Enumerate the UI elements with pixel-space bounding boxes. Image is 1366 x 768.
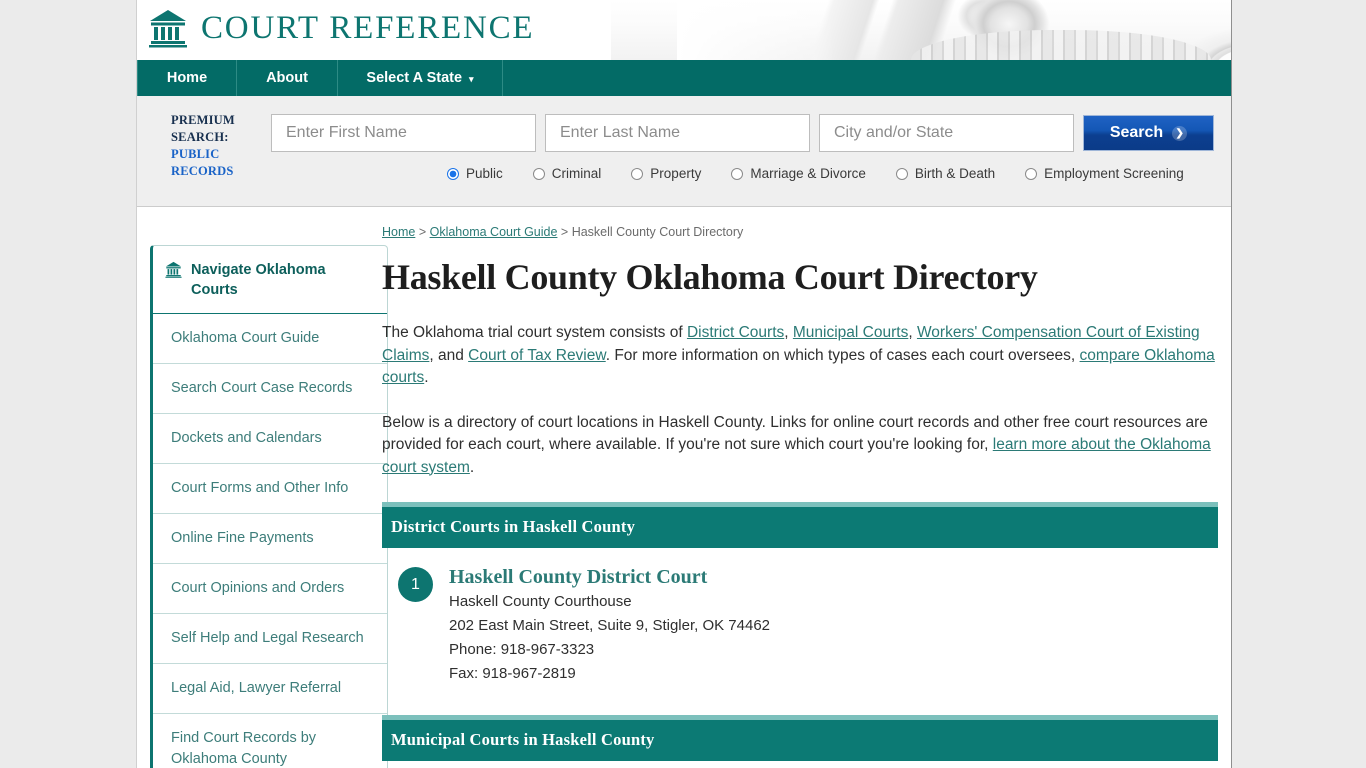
section-district-courts: District Courts in Haskell County 1 Hask… <box>382 502 1218 692</box>
site-logo[interactable]: COURT REFERENCE <box>149 8 534 48</box>
sidebar-item-online-fine-payments[interactable]: Online Fine Payments <box>153 514 387 564</box>
search-button[interactable]: Search ❯ <box>1083 115 1214 151</box>
radio-criminal-label: Criminal <box>551 166 602 181</box>
nav-item-select-a-state[interactable]: Select A State ▾ <box>338 60 503 96</box>
sidebar-item-self-help-and-legal-research[interactable]: Self Help and Legal Research <box>153 614 387 664</box>
radio-criminal[interactable]: Criminal <box>532 166 602 181</box>
sidebar-header-label: Navigate Oklahoma Courts <box>191 262 326 298</box>
sidebar-item-court-forms-and-other-info[interactable]: Court Forms and Other Info <box>153 464 387 514</box>
first-name-input[interactable]: Enter First Name <box>271 114 536 152</box>
sidebar-item-search-court-case-records[interactable]: Search Court Case Records <box>153 364 387 414</box>
chevron-right-icon: ❯ <box>1172 125 1188 141</box>
search-fields-row: Enter First Name Enter Last Name City an… <box>271 114 1214 152</box>
main-navigation: Home About Select A State ▾ <box>137 60 1231 96</box>
intro-p1-text-a: The Oklahoma trial court system consists… <box>382 324 687 341</box>
intro-paragraph-1: The Oklahoma trial court system consists… <box>382 322 1215 390</box>
court-phone: Phone: 918-967-3323 <box>449 641 595 658</box>
radio-property-label: Property <box>650 166 702 181</box>
nav-item-home[interactable]: Home <box>137 60 237 96</box>
court-listing: 1 Haskell County District Court Haskell … <box>382 548 1218 692</box>
radio-public-label: Public <box>466 166 503 181</box>
radio-birth-death[interactable]: Birth & Death <box>895 166 996 181</box>
premium-label-line3: PUBLIC <box>171 147 220 161</box>
page-title: Haskell County Oklahoma Court Directory <box>382 257 1038 297</box>
premium-label-line1: PREMIUM <box>171 113 235 127</box>
search-button-label: Search <box>1109 124 1164 141</box>
nav-item-home-label: Home <box>166 70 208 86</box>
intro-p1-text-f: . <box>424 369 429 386</box>
radio-birth-death-dot <box>895 167 908 180</box>
intro-p2-text-b: . <box>469 458 475 476</box>
premium-search-bar: PREMIUM SEARCH: PUBLIC RECORDS Enter Fir… <box>137 96 1231 207</box>
radio-employment-screening[interactable]: Employment Screening <box>1025 166 1184 181</box>
radio-birth-death-label: Birth & Death <box>914 166 996 181</box>
court-name-link[interactable]: Haskell County District Court <box>449 566 707 588</box>
radio-criminal-dot <box>532 167 545 180</box>
breadcrumb-current: Haskell County Court Directory <box>571 225 744 239</box>
sidebar-header: Navigate Oklahoma Courts <box>153 246 387 314</box>
radio-public-dot <box>447 167 459 180</box>
nav-item-select-a-state-label: Select A State <box>366 70 463 86</box>
sidebar-item-find-court-records-by-county[interactable]: Find Court Records by Oklahoma County <box>153 714 387 768</box>
intro-p1-text-c: , <box>908 324 917 341</box>
radio-employment-screening-label: Employment Screening <box>1044 166 1184 181</box>
intro-paragraph-2: Below is a directory of court locations … <box>382 412 1215 480</box>
last-name-input[interactable]: Enter Last Name <box>545 114 810 152</box>
intro-p1-text-e: . For more information on which types of… <box>605 346 1080 364</box>
site-title: COURT REFERENCE <box>201 9 535 46</box>
court-fax: Fax: 918-967-2819 <box>449 665 576 682</box>
link-court-of-tax-review[interactable]: Court of Tax Review <box>468 347 606 364</box>
radio-marriage-divorce[interactable]: Marriage & Divorce <box>731 166 866 181</box>
radio-property[interactable]: Property <box>631 166 701 181</box>
masthead-fade-overlay <box>677 0 837 60</box>
section-municipal-courts-heading: Municipal Courts in Haskell County <box>382 720 1218 761</box>
premium-search-label: PREMIUM SEARCH: PUBLIC RECORDS <box>171 112 261 180</box>
nav-item-about-label: About <box>266 70 308 86</box>
radio-employment-screening-dot <box>1025 167 1038 180</box>
search-category-radios: Public Criminal Property Marriage & Divo… <box>447 166 1214 181</box>
city-state-input[interactable]: City and/or State <box>819 114 1074 152</box>
breadcrumb-link-home[interactable]: Home <box>382 225 415 239</box>
court-number-badge: 1 <box>398 567 433 602</box>
section-municipal-courts: Municipal Courts in Haskell County <box>382 715 1218 761</box>
sidebar-item-oklahoma-court-guide[interactable]: Oklahoma Court Guide <box>153 314 387 364</box>
chevron-down-icon: ▾ <box>469 73 474 84</box>
breadcrumb-separator-2: > <box>557 225 572 239</box>
link-municipal-courts[interactable]: Municipal Courts <box>793 324 908 341</box>
section-district-courts-heading: District Courts in Haskell County <box>382 507 1218 548</box>
intro-p1-text-d: , and <box>429 346 469 364</box>
radio-property-dot <box>631 167 644 180</box>
radio-public[interactable]: Public <box>447 166 503 181</box>
nav-item-about[interactable]: About <box>237 60 338 96</box>
premium-label-line4: RECORDS <box>171 164 234 178</box>
courthouse-icon <box>149 10 187 48</box>
link-district-courts[interactable]: District Courts <box>687 324 784 341</box>
site-masthead: COURT REFERENCE <box>137 0 1231 60</box>
court-details: Haskell County District Court Haskell Co… <box>449 564 770 686</box>
breadcrumb: Home > Oklahoma Court Guide > Haskell Co… <box>382 225 1231 239</box>
sidebar-item-legal-aid-lawyer-referral[interactable]: Legal Aid, Lawyer Referral <box>153 664 387 714</box>
radio-marriage-divorce-label: Marriage & Divorce <box>750 166 866 181</box>
radio-marriage-divorce-dot <box>731 167 744 180</box>
main-column: Home > Oklahoma Court Guide > Haskell Co… <box>382 225 1231 761</box>
courthouse-icon <box>165 261 182 278</box>
breadcrumb-separator-1: > <box>415 225 430 239</box>
sidebar-item-court-opinions-and-orders[interactable]: Court Opinions and Orders <box>153 564 387 614</box>
page-container: COURT REFERENCE Home About Select A Stat… <box>136 0 1232 768</box>
sidebar-item-dockets-and-calendars[interactable]: Dockets and Calendars <box>153 414 387 464</box>
court-address-line-1: Haskell County Courthouse <box>449 593 632 610</box>
premium-label-line2: SEARCH: <box>171 130 229 144</box>
sidebar-navigate-oklahoma-courts: Navigate Oklahoma Courts Oklahoma Court … <box>150 245 388 768</box>
intro-p1-text-b: , <box>784 324 793 341</box>
court-address-line-2: 202 East Main Street, Suite 9, Stigler, … <box>449 617 771 634</box>
breadcrumb-link-oklahoma-court-guide[interactable]: Oklahoma Court Guide <box>430 225 558 239</box>
